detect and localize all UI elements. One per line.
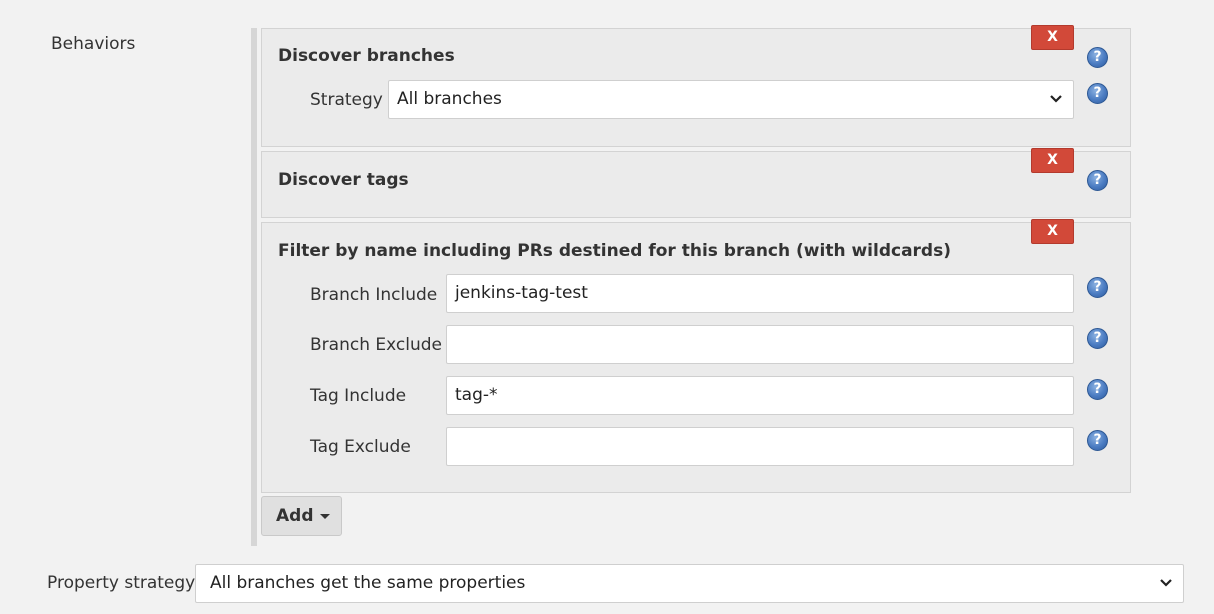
strategy-select[interactable]: All branches xyxy=(388,80,1074,119)
remove-x-icon: X xyxy=(1047,29,1058,45)
tag-include-input[interactable]: tag-* xyxy=(446,376,1074,415)
strategy-label: Strategy xyxy=(310,90,383,110)
discover-tags-panel: Discover tags xyxy=(261,151,1131,218)
remove-discover-branches-button[interactable]: X xyxy=(1031,25,1074,50)
tag-exclude-input[interactable] xyxy=(446,427,1074,466)
discover-tags-help-icon[interactable]: ? xyxy=(1087,170,1108,191)
discover-branches-title: Discover branches xyxy=(278,46,455,66)
strategy-help-icon[interactable]: ? xyxy=(1087,83,1108,104)
discover-tags-title: Discover tags xyxy=(278,170,409,190)
filter-by-name-title: Filter by name including PRs destined fo… xyxy=(278,241,951,261)
strategy-select-value: All branches xyxy=(397,89,502,109)
remove-x-icon: X xyxy=(1047,152,1058,168)
behaviors-section-bar xyxy=(251,28,257,546)
property-strategy-select[interactable]: All branches get the same properties xyxy=(195,564,1184,603)
branch-exclude-label: Branch Exclude xyxy=(310,335,442,355)
property-strategy-label: Property strategy xyxy=(47,573,196,593)
discover-branches-help-icon[interactable]: ? xyxy=(1087,47,1108,68)
add-button-label: Add xyxy=(276,506,314,526)
branch-include-input[interactable]: jenkins-tag-test xyxy=(446,274,1074,313)
tag-include-help-icon[interactable]: ? xyxy=(1087,379,1108,400)
remove-filter-by-name-button[interactable]: X xyxy=(1031,219,1074,244)
tag-exclude-label: Tag Exclude xyxy=(310,437,411,457)
add-behavior-button[interactable]: Add xyxy=(261,496,342,536)
tag-exclude-help-icon[interactable]: ? xyxy=(1087,430,1108,451)
branch-include-label: Branch Include xyxy=(310,285,438,305)
branch-exclude-help-icon[interactable]: ? xyxy=(1087,328,1108,349)
behaviors-label: Behaviors xyxy=(51,34,136,54)
tag-include-label: Tag Include xyxy=(310,386,407,406)
property-strategy-value: All branches get the same properties xyxy=(210,573,526,593)
chevron-down-icon xyxy=(1050,95,1062,103)
chevron-down-icon xyxy=(1160,579,1172,587)
remove-discover-tags-button[interactable]: X xyxy=(1031,148,1074,173)
branch-include-help-icon[interactable]: ? xyxy=(1087,277,1108,298)
caret-down-icon xyxy=(320,514,330,519)
branch-exclude-input[interactable] xyxy=(446,325,1074,364)
remove-x-icon: X xyxy=(1047,223,1058,239)
